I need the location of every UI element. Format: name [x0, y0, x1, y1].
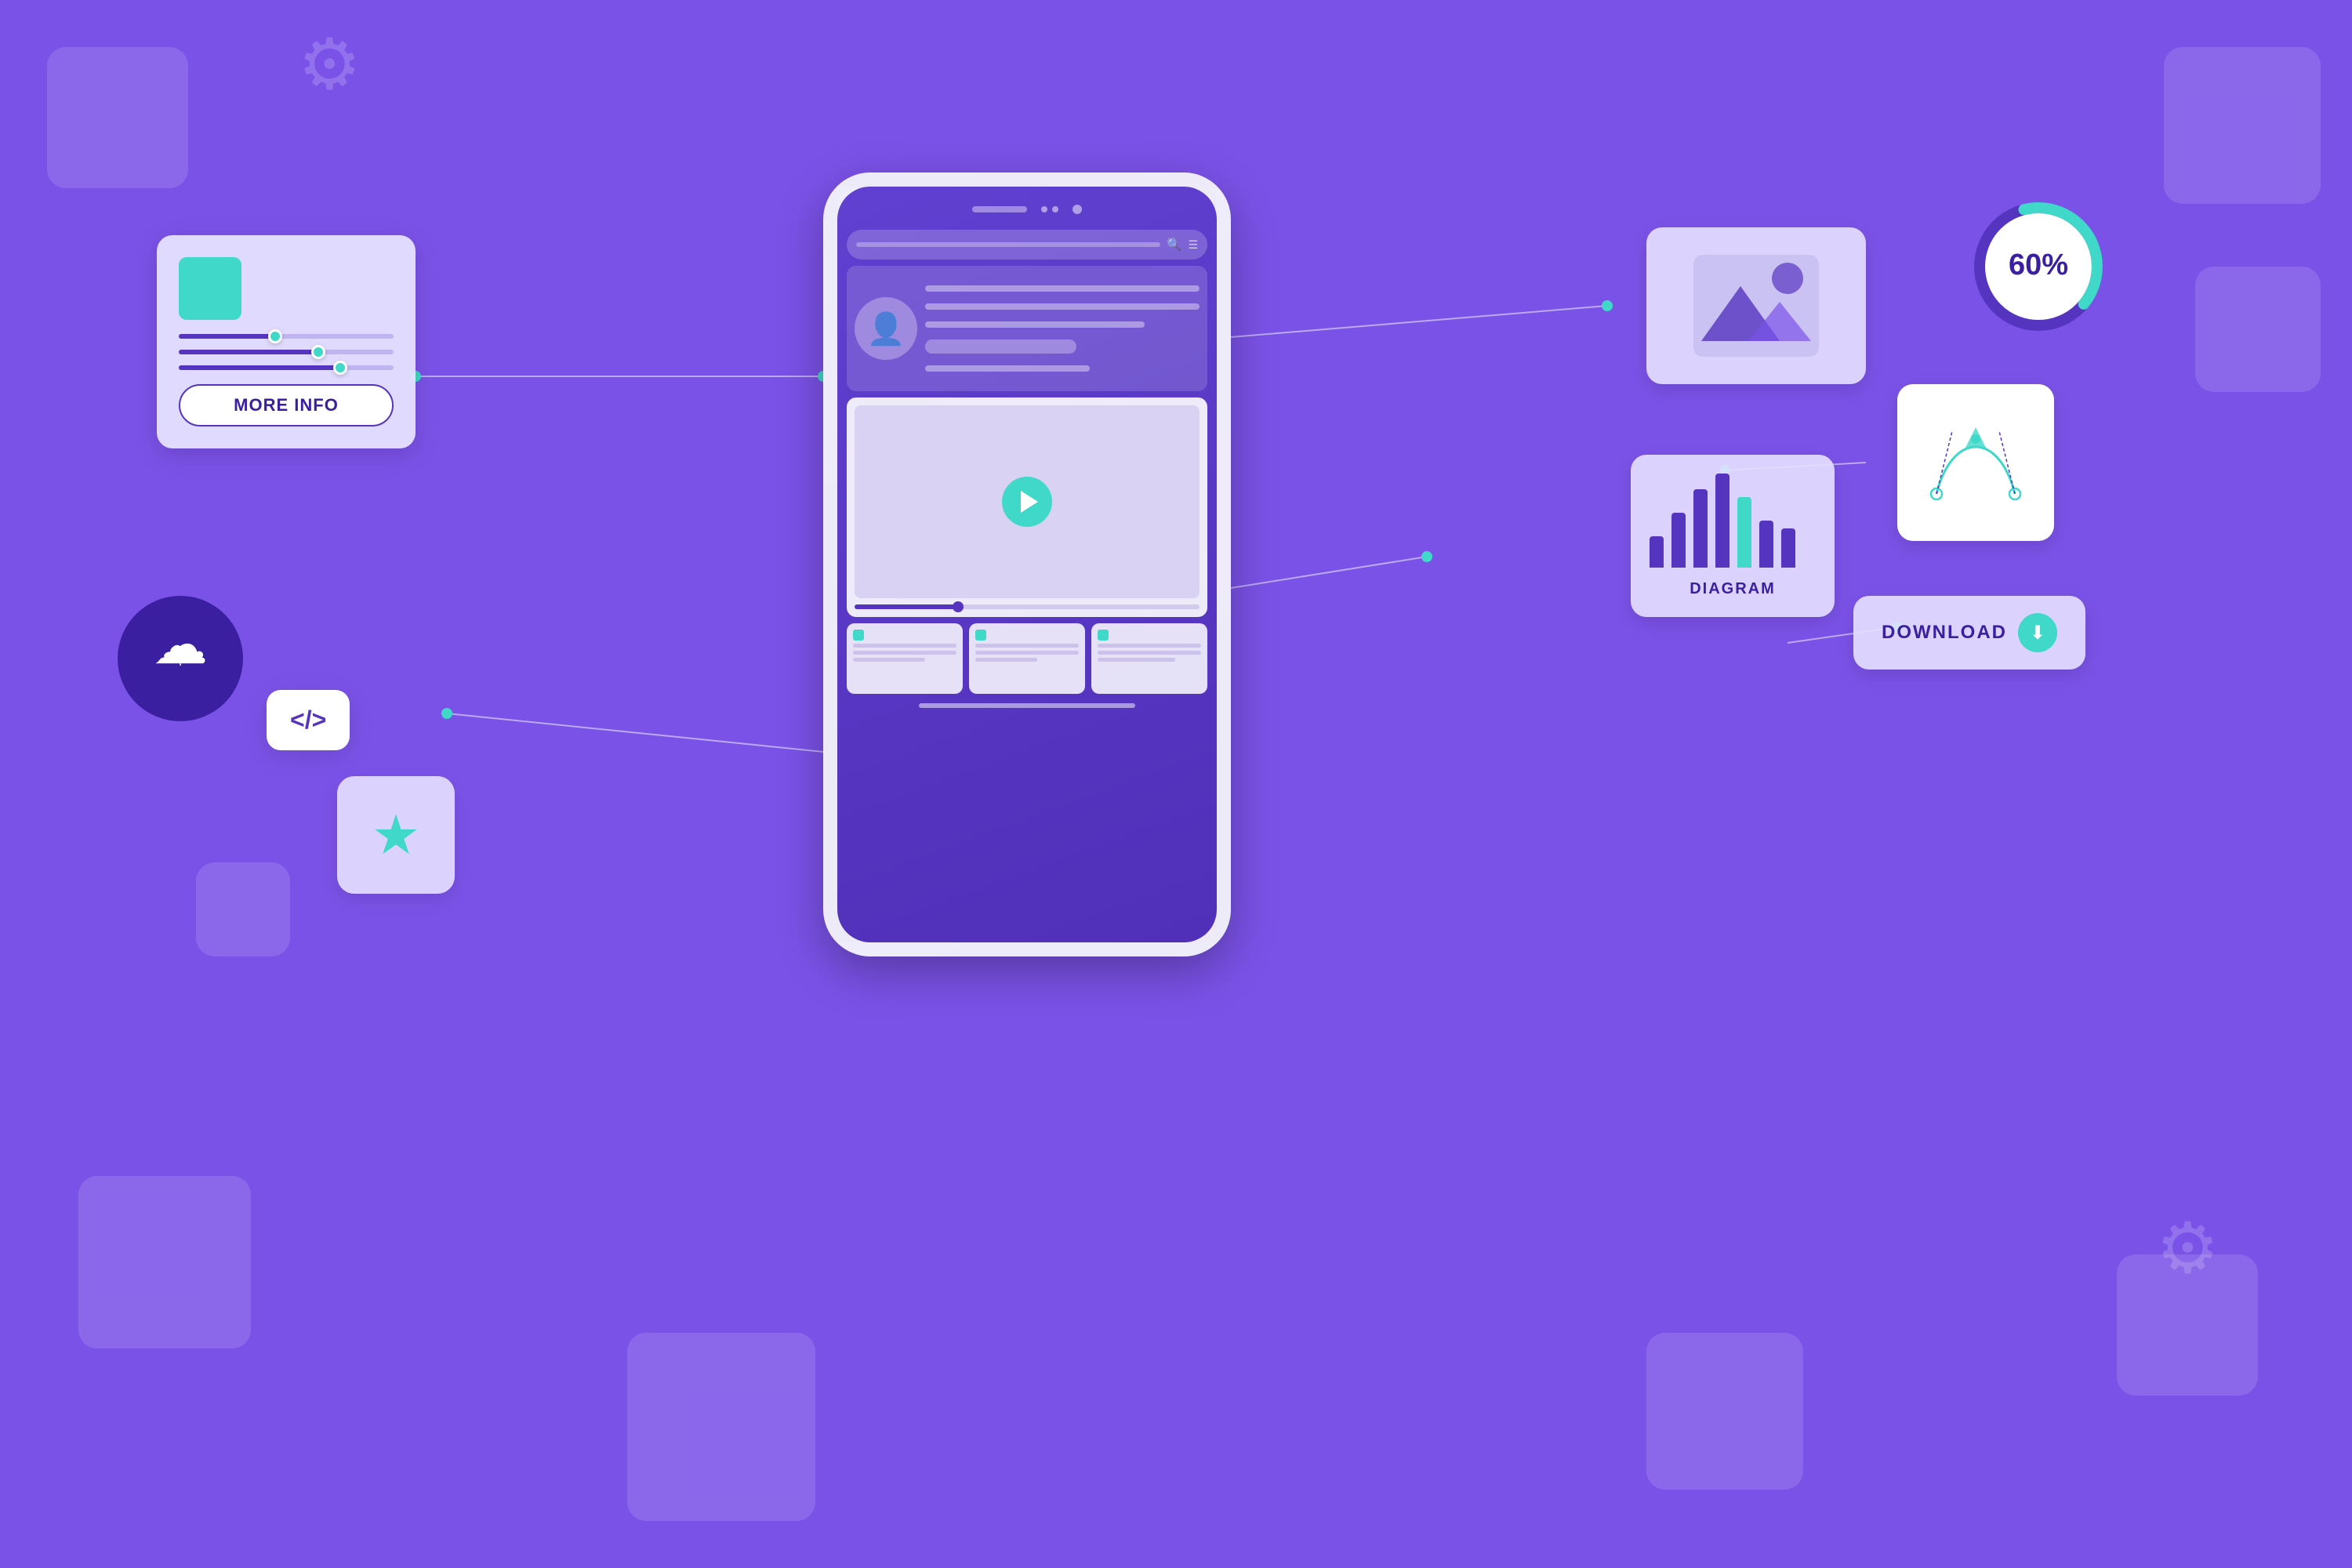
grid-line-2b: [975, 651, 1079, 655]
phone-menu-icon: ☰: [1188, 238, 1198, 252]
image-card: [1646, 227, 1866, 384]
grid-line-3a: [1098, 644, 1201, 648]
diagram-label: DIAGRAM: [1650, 580, 1816, 598]
diagram-bar-5: [1737, 497, 1751, 568]
slider-thumb-1[interactable]: [268, 329, 282, 343]
phone-profile-section: 👤: [847, 266, 1207, 391]
slider-3[interactable]: [179, 365, 394, 370]
star-icon: ★: [372, 803, 421, 867]
phone-avatar: 👤: [855, 297, 917, 360]
star-card: ★: [337, 776, 455, 894]
bg-square-1: [47, 47, 188, 188]
phone-progress-fill: [855, 604, 958, 609]
vector-card: [1897, 384, 2054, 541]
download-label: DOWNLOAD: [1882, 622, 2007, 644]
phone-notch-pill: [972, 206, 1027, 212]
phone: 🔍 ☰ 👤: [823, 172, 1231, 956]
progress-circle-svg: 60%: [1968, 196, 2109, 337]
phone-video-player[interactable]: [855, 405, 1200, 598]
phone-video-section: [847, 397, 1207, 617]
grid-icon-1: [853, 630, 864, 641]
bg-square-4: [78, 1176, 251, 1348]
grid-icon-2: [975, 630, 986, 641]
phone-dot-1: [1041, 206, 1047, 212]
gear-icon-bottom: ⚙: [2156, 1207, 2220, 1290]
svg-text:60%: 60%: [2009, 249, 2068, 281]
slider-fill-1: [179, 334, 275, 339]
slider-fill-2: [179, 350, 318, 354]
phone-notch: [956, 201, 1098, 218]
phone-grid-section: [847, 623, 1207, 694]
cloud-upload-circle[interactable]: ☁↑: [118, 596, 243, 721]
slider-1[interactable]: [179, 334, 394, 339]
profile-btn: [925, 339, 1076, 354]
grid-line-2c: [975, 658, 1037, 662]
slider-2[interactable]: [179, 350, 394, 354]
download-icon: ⬇: [2030, 622, 2045, 644]
diagram-bars: [1650, 474, 1816, 575]
bg-square-2: [2164, 47, 2321, 204]
info-card-image: [179, 257, 241, 320]
info-card: MORE INFO: [157, 235, 416, 448]
progress-circle-container: 60%: [1968, 196, 2109, 341]
image-placeholder: [1693, 255, 1819, 357]
profile-line-4: [925, 365, 1090, 372]
grid-line-2a: [975, 644, 1079, 648]
grid-line-1a: [853, 644, 956, 648]
grid-line-1b: [853, 651, 956, 655]
user-icon: 👤: [866, 310, 906, 347]
code-tag-card: </>: [267, 690, 350, 750]
diagram-bar-7: [1781, 528, 1795, 568]
phone-progress-bar[interactable]: [855, 604, 1200, 609]
play-triangle-icon: [1021, 491, 1038, 513]
main-container: ⚙ ⚙: [0, 0, 2352, 1568]
phone-progress-dot: [953, 601, 964, 612]
grid-line-3c: [1098, 658, 1175, 662]
diagram-bar-2: [1671, 513, 1686, 568]
phone-searchbar[interactable]: 🔍 ☰: [847, 230, 1207, 260]
slider-thumb-2[interactable]: [311, 345, 325, 359]
phone-camera: [1073, 205, 1082, 214]
diagram-bar-3: [1693, 489, 1708, 568]
phone-grid-item-2: [969, 623, 1085, 694]
profile-line-2: [925, 303, 1200, 310]
slider-thumb-3[interactable]: [333, 361, 347, 375]
play-button[interactable]: [1002, 477, 1052, 527]
profile-line-3: [925, 321, 1145, 328]
bg-square-6: [627, 1333, 815, 1521]
profile-line-1: [925, 285, 1200, 292]
gear-icon-top: ⚙: [298, 24, 361, 106]
more-info-button[interactable]: MORE INFO: [179, 384, 394, 426]
grid-icon-3: [1098, 630, 1109, 641]
phone-notch-dots: [1041, 206, 1058, 212]
cloud-upload-icon: ☁↑: [153, 612, 208, 706]
phone-profile-lines: [925, 274, 1200, 383]
phone-dot-2: [1052, 206, 1058, 212]
diagram-card: DIAGRAM: [1631, 455, 1835, 617]
phone-content: 🔍 ☰ 👤: [847, 230, 1207, 933]
sliders-container: [179, 334, 394, 370]
download-card[interactable]: DOWNLOAD ⬇: [1853, 596, 2085, 670]
phone-grid-item-3: [1091, 623, 1207, 694]
pen-tool-svg: [1921, 408, 2031, 517]
slider-fill-3: [179, 365, 340, 370]
phone-bottom-bar: [919, 703, 1135, 708]
diagram-bar-1: [1650, 536, 1664, 568]
phone-search-icon: 🔍: [1167, 237, 1182, 252]
phone-grid-item-1: [847, 623, 963, 694]
mountain-svg: [1693, 255, 1819, 357]
diagram-bar-6: [1759, 521, 1773, 568]
download-icon-circle: ⬇: [2018, 613, 2057, 652]
bg-square-8: [196, 862, 290, 956]
code-tag-label: </>: [290, 706, 326, 734]
diagram-bar-4: [1715, 474, 1730, 568]
phone-search-text: [856, 242, 1160, 247]
grid-line-1c: [853, 658, 925, 662]
bg-square-7: [1646, 1333, 1803, 1490]
grid-line-3b: [1098, 651, 1201, 655]
bg-square-3: [2195, 267, 2321, 392]
